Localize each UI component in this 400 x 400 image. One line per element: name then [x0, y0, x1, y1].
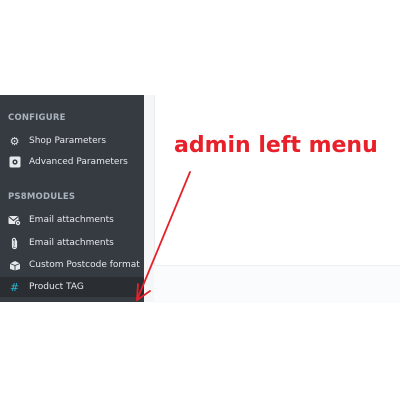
annotation-arrow-icon — [136, 171, 191, 301]
